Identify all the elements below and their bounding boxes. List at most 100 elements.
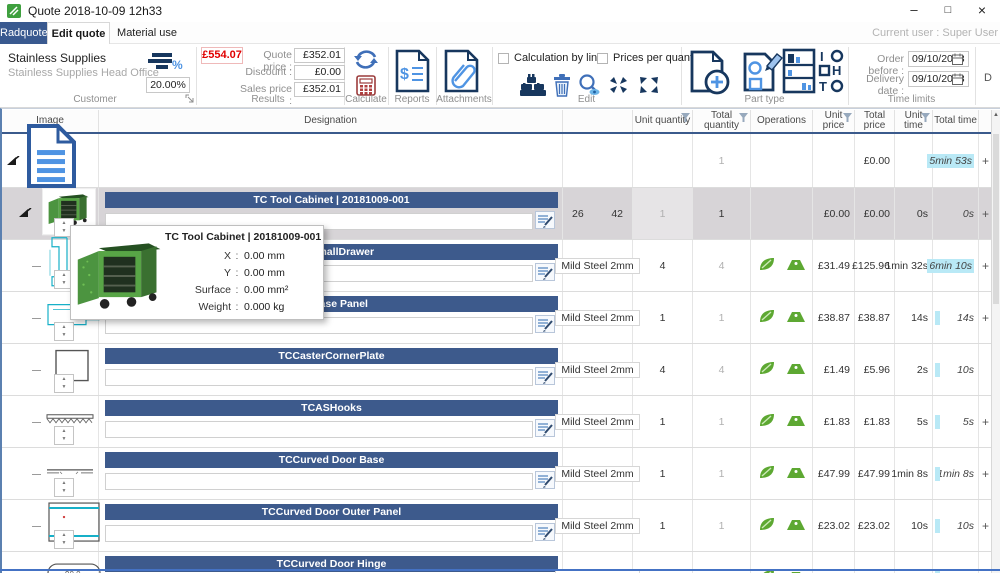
part-description-input[interactable] [105,525,533,542]
edit-note-button[interactable] [535,263,555,284]
quote-row[interactable]: 1£0.005min 53s+ [2,134,993,188]
header-unit-price[interactable]: Unit price [813,110,855,132]
edit-note-button[interactable] [535,419,555,440]
unit-quantity-value[interactable]: 4 [660,364,666,376]
punch-operation-icon[interactable] [758,360,776,379]
unit-quantity-value[interactable]: 1 [660,208,666,220]
add-row-button[interactable]: + [982,154,989,168]
part-row[interactable]: ▲▼TCCurved Door BaseMild Steel 2mm11£47.… [2,448,993,500]
stepper-down-icon[interactable]: ▼ [62,228,67,236]
edit-note-button[interactable] [535,315,555,336]
part-description-input[interactable] [105,473,533,490]
material-field[interactable]: Mild Steel 2mm [555,466,639,482]
stepper-up-icon[interactable]: ▲ [62,220,67,228]
stepper-up-icon[interactable]: ▲ [62,428,67,436]
header-designation[interactable]: Designation [99,110,563,132]
bend-operation-icon[interactable] [786,257,806,274]
bend-operation-icon[interactable] [786,309,806,326]
stepper-up-icon[interactable]: ▲ [62,532,67,540]
quantity-stepper[interactable]: ▲▼ [54,478,74,497]
stepper-down-icon[interactable]: ▼ [62,436,67,444]
collapse-arrow-icon[interactable] [6,156,20,169]
scroll-up-icon[interactable]: ▲ [992,112,1000,118]
customer-dialog-launcher-icon[interactable] [185,94,194,106]
scrollbar-thumb[interactable] [993,134,999,304]
attachments-icon[interactable] [442,48,484,97]
edit-note-button[interactable] [535,211,555,232]
refresh-icon[interactable] [352,47,380,76]
filter-icon[interactable] [681,113,690,126]
material-field[interactable]: Mild Steel 2mm [555,518,639,534]
unit-quantity-value[interactable]: 1 [660,520,666,532]
prices-per-quantities-checkbox[interactable] [597,53,608,64]
punch-operation-icon[interactable] [758,412,776,431]
filter-icon[interactable] [843,113,852,126]
tab-edit-quote[interactable]: Edit quote [47,22,110,44]
stepper-up-icon[interactable]: ▲ [62,272,67,280]
part-row[interactable]: ▲▼TCASHooksMild Steel 2mm11£1.83£1.835s5… [2,396,993,448]
punch-operation-icon[interactable] [758,464,776,483]
header-total-time[interactable]: Total time [933,110,979,132]
bend-operation-icon[interactable] [786,465,806,482]
quote-price-field[interactable]: £352.01 [294,48,345,63]
stepper-down-icon[interactable]: ▼ [62,384,67,392]
quantity-stepper[interactable]: ▲▼ [54,426,74,445]
stepper-down-icon[interactable]: ▼ [62,540,67,548]
quantity-stepper[interactable]: ▲▼ [54,322,74,341]
quantity-stepper[interactable]: ▲▼ [54,530,74,549]
minimize-icon[interactable]: – [898,0,930,22]
add-row-button[interactable]: + [982,311,989,325]
add-row-button[interactable]: + [982,207,989,221]
assembly-shelf-icon[interactable] [782,48,816,97]
punch-operation-icon[interactable] [758,516,776,535]
door-hinge-thumbnail[interactable]: 90.0 [46,562,102,573]
header-unit-quantity[interactable]: Unit quantity [633,110,693,132]
edit-note-button[interactable] [535,471,555,492]
part-row[interactable]: ▲▼TCCurved Door Outer PanelMild Steel 2m… [2,500,993,552]
header-material[interactable] [563,110,633,132]
material-field[interactable]: Mild Steel 2mm [555,258,639,274]
profiles-icon[interactable]: IHT [818,48,846,97]
punch-operation-icon[interactable] [758,256,776,275]
stepper-down-icon[interactable]: ▼ [62,280,67,288]
quote-document-thumbnail[interactable] [24,123,80,192]
punch-operation-icon[interactable] [758,308,776,327]
tab-radquote[interactable]: Radquote [0,22,47,44]
stepper-down-icon[interactable]: ▼ [62,332,67,340]
vertical-scrollbar[interactable]: ▲ [991,110,1000,573]
bend-operation-icon[interactable] [786,413,806,430]
unit-quantity-value[interactable]: 1 [660,312,666,324]
maximize-icon[interactable]: □ [932,0,964,22]
quantity-stepper[interactable]: ▲▼ [54,374,74,393]
stepper-up-icon[interactable]: ▲ [62,480,67,488]
unit-quantity-value[interactable]: 4 [660,260,666,272]
part-description-input[interactable] [105,421,533,438]
calendar-icon[interactable] [952,53,963,68]
add-row-button[interactable]: + [982,519,989,533]
discount-field[interactable]: £0.00 [294,65,345,80]
stepper-up-icon[interactable]: ▲ [62,324,67,332]
edit-note-button[interactable] [535,367,555,388]
title-bar[interactable]: Quote 2018-10-09 12h33 – □ × [0,0,1000,22]
add-row-button[interactable]: + [982,259,989,273]
filter-icon[interactable] [739,113,748,126]
add-row-button[interactable]: + [982,467,989,481]
collapse-arrow-icon[interactable] [18,208,32,221]
header-unit-time[interactable]: Unit time [895,110,933,132]
material-field[interactable]: Mild Steel 2mm [555,310,639,326]
unit-quantity-value[interactable]: 1 [660,416,666,428]
calculation-by-line-label[interactable]: Calculation by line [514,52,603,64]
calendar-icon[interactable] [952,73,963,88]
close-icon[interactable]: × [966,0,998,22]
bend-operation-icon[interactable] [786,361,806,378]
material-field[interactable]: Mild Steel 2mm [555,362,639,378]
part-description-input[interactable] [105,369,533,386]
calculation-by-line-checkbox[interactable] [498,53,509,64]
tab-material-use[interactable]: Material use [110,22,184,44]
header-total-price[interactable]: Total price [855,110,895,132]
header-total-quantity[interactable]: Total quantity [693,110,751,132]
add-row-button[interactable]: + [982,415,989,429]
bend-operation-icon[interactable] [786,517,806,534]
part-row[interactable]: ▲▼TCCasterCornerPlateMild Steel 2mm44£1.… [2,344,993,396]
reports-icon[interactable]: $ [393,48,431,97]
